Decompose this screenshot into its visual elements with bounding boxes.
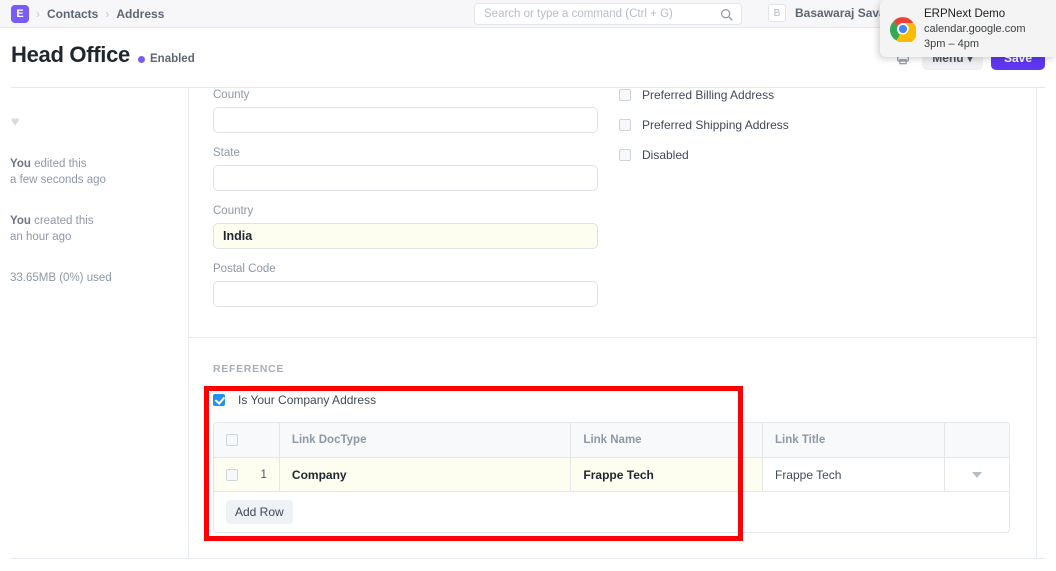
edited-action: edited this	[31, 158, 87, 170]
notification-time: 3pm – 4pm	[924, 37, 1026, 51]
cell-link-title[interactable]: Frappe Tech	[763, 457, 945, 491]
sidebar-edited-info: You edited this a few seconds ago	[10, 156, 106, 188]
state-input[interactable]	[213, 165, 598, 191]
field-state: State	[213, 146, 598, 191]
checkbox-preferred-shipping-address[interactable]: Preferred Shipping Address	[619, 118, 999, 132]
field-country: Country	[213, 204, 598, 249]
created-action: created this	[31, 215, 94, 227]
country-input[interactable]	[213, 223, 598, 249]
breadcrumb-separator-icon: ›	[105, 7, 109, 21]
search-icon[interactable]	[720, 8, 733, 26]
notification-title: ERPNext Demo	[924, 7, 1026, 21]
grid-row-expand-cell[interactable]	[945, 457, 1009, 491]
document-sidebar: ♥ You edited this a few seconds ago You …	[0, 87, 188, 558]
user-name: Basawaraj Sava	[795, 6, 886, 20]
checkbox-disabled[interactable]: Disabled	[619, 148, 999, 162]
sidebar-created-info: You created this an hour ago	[10, 213, 94, 245]
checkbox-label: Disabled	[642, 148, 689, 162]
checkbox-icon[interactable]	[213, 394, 225, 406]
created-time: an hour ago	[10, 229, 94, 245]
checkbox-icon[interactable]	[226, 434, 238, 446]
grid-header-link-name[interactable]: Link Name	[571, 423, 763, 457]
breadcrumb-address[interactable]: Address	[116, 7, 164, 21]
form-column-left: County State Country Postal Code	[213, 88, 598, 320]
chrome-icon	[890, 16, 916, 42]
global-search[interactable]	[474, 3, 742, 25]
heart-icon[interactable]: ♥	[11, 113, 19, 129]
cell-link-doctype[interactable]: Company	[280, 457, 572, 491]
breadcrumb-contacts[interactable]: Contacts	[47, 7, 98, 21]
field-label: County	[213, 88, 598, 103]
section-heading: REFERENCE	[213, 363, 284, 375]
grid-header-link-doctype[interactable]: Link DocType	[280, 423, 572, 457]
cell-link-name[interactable]: Frappe Tech	[571, 457, 763, 491]
postal-code-input[interactable]	[213, 281, 598, 307]
checkbox-icon[interactable]	[619, 149, 631, 161]
right-divider	[1036, 87, 1037, 558]
column-header-label: Link Title	[775, 434, 825, 446]
form-column-right: Preferred Billing Address Preferred Ship…	[619, 88, 999, 178]
edited-time: a few seconds ago	[10, 172, 106, 188]
edited-by: You	[10, 158, 31, 170]
cell-value: Frappe Tech	[583, 468, 653, 482]
page-title: Head Office	[11, 42, 130, 68]
erpnext-address-page: E › Contacts › Address B Basawaraj Sava …	[0, 0, 1056, 571]
checkbox-icon[interactable]	[226, 469, 238, 481]
avatar[interactable]: B	[768, 4, 786, 22]
grid-select-all-cell[interactable]	[214, 423, 280, 457]
cell-value: Frappe Tech	[775, 468, 842, 482]
grid-header-controls	[945, 423, 1009, 457]
row-index: 1	[261, 469, 267, 481]
grid-header-row: Link DocType Link Name Link Title	[214, 423, 1009, 457]
cell-value: Company	[292, 468, 347, 482]
user-menu[interactable]: B Basawaraj Sava	[768, 4, 886, 22]
app-logo-icon[interactable]: E	[11, 5, 29, 23]
breadcrumb-separator-icon: ›	[36, 7, 40, 21]
table-row[interactable]: 1 Company Frappe Tech Frappe Tech	[214, 457, 1009, 491]
field-label: State	[213, 146, 598, 161]
field-label: Country	[213, 204, 598, 219]
grid-footer: Add Row	[214, 491, 1009, 532]
add-row-button[interactable]: Add Row	[226, 500, 293, 524]
county-input[interactable]	[213, 107, 598, 133]
status-label: Enabled	[150, 53, 195, 65]
chevron-down-icon[interactable]	[972, 472, 982, 478]
checkbox-icon[interactable]	[619, 89, 631, 101]
field-label: Postal Code	[213, 262, 598, 277]
column-header-label: Link DocType	[292, 434, 367, 446]
chrome-notification-popup[interactable]: ERPNext Demo calendar.google.com 3pm – 4…	[880, 0, 1056, 57]
column-header-label: Link Name	[583, 434, 641, 446]
notification-source: calendar.google.com	[924, 22, 1026, 36]
content-bottom-divider	[11, 558, 1045, 559]
field-postal-code: Postal Code	[213, 262, 598, 307]
checkbox-label: Preferred Billing Address	[642, 88, 774, 102]
address-form: County State Country Postal Code Preferr…	[189, 88, 1036, 337]
field-county: County	[213, 88, 598, 133]
grid-header-link-title[interactable]: Link Title	[763, 423, 945, 457]
created-by: You	[10, 215, 31, 227]
status-badge[interactable]: Enabled	[138, 53, 195, 65]
checkbox-label: Is Your Company Address	[238, 393, 376, 407]
sidebar-usage: 33.65MB (0%) used	[10, 270, 112, 286]
checkbox-icon[interactable]	[619, 119, 631, 131]
reference-section-divider	[189, 337, 1036, 338]
grid-row-select-cell[interactable]: 1	[214, 457, 280, 491]
checkbox-is-your-company-address[interactable]: Is Your Company Address	[213, 393, 1010, 407]
checkbox-label: Preferred Shipping Address	[642, 118, 789, 132]
reference-body: Is Your Company Address Link DocType Lin…	[213, 393, 1010, 533]
status-dot-icon	[138, 56, 145, 63]
checkbox-preferred-billing-address[interactable]: Preferred Billing Address	[619, 88, 999, 102]
notification-text: ERPNext Demo calendar.google.com 3pm – 4…	[924, 7, 1026, 51]
search-input[interactable]	[475, 4, 710, 24]
links-grid: Link DocType Link Name Link Title 1	[213, 422, 1010, 533]
